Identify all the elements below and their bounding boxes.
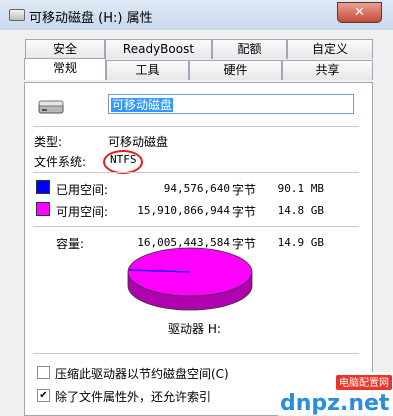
separator bbox=[33, 226, 359, 227]
free-space-unit: 字节 bbox=[232, 205, 257, 219]
usb-drive-icon bbox=[38, 100, 64, 114]
title-bar: 可移动磁盘 (H:) 属性 ✕ bbox=[0, 0, 393, 31]
watermark-logo: 电脑配置网 dnpz.net bbox=[278, 372, 393, 416]
drive-icon bbox=[9, 9, 25, 21]
drive-letter-label: 驱动器 H: bbox=[168, 322, 221, 336]
index-checkbox[interactable]: ✔ bbox=[37, 389, 50, 402]
disk-usage-pie bbox=[127, 247, 253, 311]
capacity-size: 14.9 GB bbox=[277, 236, 324, 249]
compress-label: 压缩此驱动器以节约磁盘空间(C) bbox=[55, 367, 229, 381]
separator bbox=[33, 172, 359, 173]
used-space-swatch bbox=[36, 180, 50, 194]
tab-quota[interactable]: 配额 bbox=[212, 39, 287, 59]
free-space-bytes: 15,910,866,944 bbox=[137, 204, 230, 217]
filesystem-label: 文件系统: bbox=[34, 155, 87, 169]
capacity-label: 容量: bbox=[56, 237, 85, 251]
free-space-size: 14.8 GB bbox=[277, 204, 324, 217]
separator bbox=[33, 353, 359, 354]
tab-customize[interactable]: 自定义 bbox=[287, 39, 373, 59]
tab-sharing[interactable]: 共享 bbox=[282, 60, 373, 80]
used-space-label: 已用空间: bbox=[56, 183, 109, 197]
tab-readyboost[interactable]: ReadyBoost bbox=[105, 39, 212, 59]
type-value: 可移动磁盘 bbox=[108, 135, 169, 149]
watermark-caption: 电脑配置网 bbox=[339, 376, 389, 389]
used-space-bytes: 94,576,640 bbox=[163, 182, 230, 195]
tab-hardware[interactable]: 硬件 bbox=[189, 60, 282, 80]
free-space-swatch bbox=[36, 202, 50, 216]
drive-name-input[interactable]: 可移动磁盘 bbox=[108, 94, 354, 114]
used-space-unit: 字节 bbox=[232, 183, 257, 197]
tab-tools[interactable]: 工具 bbox=[106, 60, 189, 80]
watermark-brand: dnpz.net bbox=[280, 391, 390, 416]
type-label: 类型: bbox=[34, 135, 63, 149]
separator bbox=[33, 126, 359, 127]
red-annotation-circle bbox=[103, 150, 143, 174]
drive-name-value: 可移动磁盘 bbox=[111, 98, 174, 112]
tab-security[interactable]: 安全 bbox=[25, 39, 105, 59]
free-space-label: 可用空间: bbox=[56, 205, 109, 219]
tab-general[interactable]: 常规 bbox=[24, 58, 106, 80]
used-space-size: 90.1 MB bbox=[277, 182, 324, 195]
index-label: 除了文件属性外，还允许索引 bbox=[55, 390, 212, 404]
compress-checkbox[interactable] bbox=[37, 366, 50, 379]
window-title: 可移动磁盘 (H:) 属性 bbox=[29, 11, 153, 26]
close-button[interactable]: ✕ bbox=[337, 2, 382, 23]
